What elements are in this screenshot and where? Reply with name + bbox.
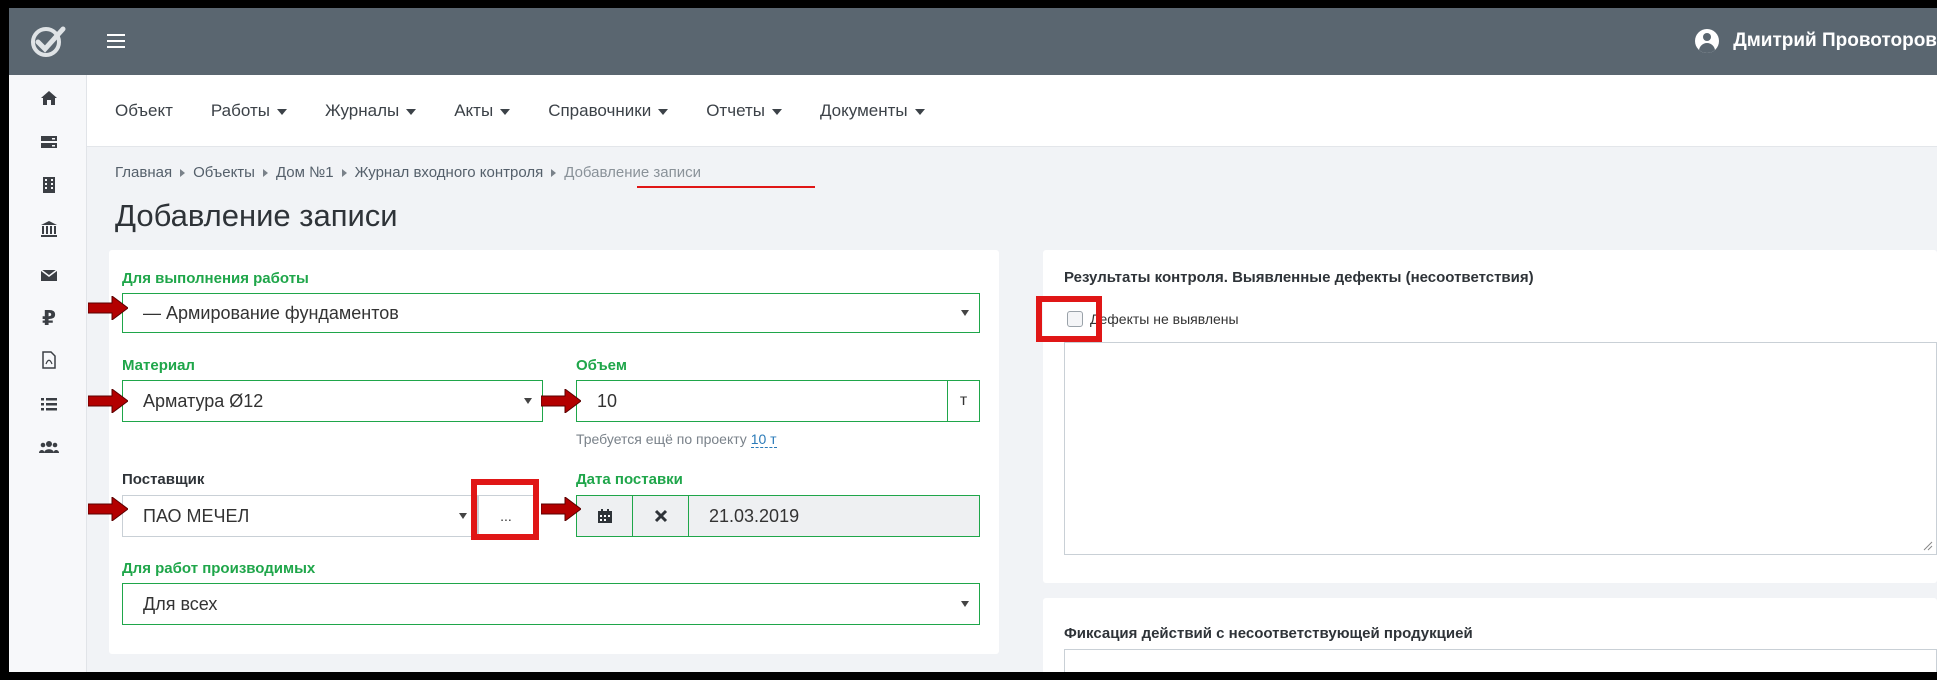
caret-down-icon xyxy=(771,108,782,115)
breadcrumb-current: Добавление записи xyxy=(564,164,702,181)
nav-menu: Объект Работы Журналы Акты Справочники Отчеты… xyxy=(115,101,963,121)
material-select[interactable]: Арматура Ø12 xyxy=(122,380,543,422)
menu-toggle-icon[interactable] xyxy=(107,34,125,48)
envelope-icon[interactable] xyxy=(39,265,59,285)
pdf-file-icon[interactable] xyxy=(39,350,59,370)
volume-input[interactable]: 10 xyxy=(576,380,948,422)
annotation-arrow-icon xyxy=(88,296,128,320)
for-works-select-value: Для всех xyxy=(143,593,218,614)
caret-down-icon xyxy=(658,108,669,115)
user-avatar-icon xyxy=(1695,29,1720,53)
caret-down-icon xyxy=(500,108,511,115)
work-select-value: — Армирование фундаментов xyxy=(143,302,399,323)
breadcrumb-separator-icon xyxy=(341,169,347,178)
chevron-down-icon xyxy=(961,601,969,607)
annotation-arrow-icon xyxy=(88,389,128,413)
work-select[interactable]: — Армирование фундаментов xyxy=(122,293,980,333)
breadcrumb-separator-icon xyxy=(180,169,186,178)
actions-textarea[interactable] xyxy=(1064,649,1937,672)
home-icon[interactable] xyxy=(39,88,59,108)
list-icon[interactable] xyxy=(39,394,59,414)
supplier-label: Поставщик xyxy=(122,471,205,488)
material-select-value: Арматура Ø12 xyxy=(143,390,264,411)
clear-date-button[interactable] xyxy=(632,495,689,537)
calendar-button[interactable] xyxy=(576,495,633,537)
volume-hint: Требуется ещё по проекту 10 т xyxy=(576,431,777,448)
building-icon[interactable] xyxy=(39,175,59,195)
calendar-icon xyxy=(597,509,612,523)
user-menu[interactable]: Дмитрий Провоторов xyxy=(1695,28,1937,54)
annotation-arrow-icon xyxy=(88,497,128,521)
page-title: Добавление записи xyxy=(115,198,398,233)
nav-item-0[interactable]: Объект xyxy=(115,101,173,121)
highlight-box-checkbox xyxy=(1036,296,1102,342)
app-frame: Дмитрий Провоторов ₽ Объект Работы Журна… xyxy=(9,8,1937,672)
resize-handle-icon[interactable] xyxy=(1923,541,1933,551)
supplier-select-value: ПАО МЕЧЕЛ xyxy=(143,505,250,526)
for-works-label: Для работ производимых xyxy=(122,560,316,577)
app-logo[interactable] xyxy=(9,8,87,75)
nav-item-label: Акты xyxy=(454,101,494,120)
breadcrumb: Главная Объекты Дом №1 Журнал входного конт… xyxy=(115,164,701,181)
caret-down-icon xyxy=(406,108,417,115)
volume-hint-text: Требуется ещё по проекту xyxy=(576,431,747,447)
volume-label: Объем xyxy=(576,357,627,374)
breadcrumb-separator-icon xyxy=(262,169,268,178)
annotation-arrow-icon xyxy=(541,497,581,521)
chevron-down-icon xyxy=(961,310,969,316)
nav-item-5[interactable]: Отчеты xyxy=(706,101,782,121)
material-label: Материал xyxy=(122,357,195,374)
nav-item-2[interactable]: Журналы xyxy=(324,101,417,121)
breadcrumb-separator-icon xyxy=(551,169,557,178)
actions-title: Фиксация действий с несоответствующей пр… xyxy=(1064,625,1473,642)
caret-down-icon xyxy=(914,108,925,115)
nav-item-label: Документы xyxy=(819,101,908,120)
bank-icon[interactable] xyxy=(39,219,59,239)
delivery-date-input[interactable]: 21.03.2019 xyxy=(688,495,980,537)
results-title: Результаты контроля. Выявленные дефекты … xyxy=(1064,269,1534,286)
close-icon xyxy=(654,509,667,523)
nav-item-1[interactable]: Работы xyxy=(211,101,287,121)
users-icon[interactable] xyxy=(39,437,59,457)
nav-item-label: Объект xyxy=(115,101,173,120)
main-nav: Объект Работы Журналы Акты Справочники Отчеты… xyxy=(87,75,1937,147)
chevron-down-icon xyxy=(524,398,532,404)
supplier-select[interactable]: ПАО МЕЧЕЛ xyxy=(122,495,478,537)
for-works-select[interactable]: Для всех xyxy=(122,583,980,625)
server-icon[interactable] xyxy=(39,132,59,152)
ruble-icon[interactable]: ₽ xyxy=(39,308,59,330)
nav-item-3[interactable]: Акты xyxy=(454,101,511,121)
nav-item-label: Журналы xyxy=(324,101,400,120)
left-sidebar: ₽ xyxy=(9,75,87,672)
nav-item-label: Справочники xyxy=(548,101,652,120)
volume-input-value: 10 xyxy=(597,390,618,411)
no-defects-label: Дефекты не выявлены xyxy=(1090,311,1239,327)
nav-item-4[interactable]: Справочники xyxy=(548,101,669,121)
breadcrumb-highlight-underline xyxy=(637,186,815,188)
nav-item-label: Работы xyxy=(210,101,270,120)
volume-hint-link[interactable]: 10 т xyxy=(750,431,777,448)
breadcrumb-journal[interactable]: Журнал входного контроля xyxy=(355,164,544,181)
volume-unit-addon: т xyxy=(947,380,980,422)
breadcrumb-objects[interactable]: Объекты xyxy=(193,164,255,181)
defects-textarea[interactable] xyxy=(1064,342,1937,555)
delivery-date-value: 21.03.2019 xyxy=(709,505,800,526)
nav-item-label: Отчеты xyxy=(706,101,765,120)
logo-check-icon xyxy=(31,26,66,57)
breadcrumb-home[interactable]: Главная xyxy=(115,164,172,181)
top-bar: Дмитрий Провоторов xyxy=(9,8,1937,75)
annotation-arrow-icon xyxy=(541,389,581,413)
work-label: Для выполнения работы xyxy=(122,270,309,287)
chevron-down-icon xyxy=(459,513,467,519)
nav-item-6[interactable]: Документы xyxy=(820,101,925,121)
delivery-date-label: Дата поставки xyxy=(576,471,683,488)
highlight-box-more-button xyxy=(471,479,539,540)
breadcrumb-house[interactable]: Дом №1 xyxy=(276,164,334,181)
caret-down-icon xyxy=(276,108,287,115)
user-name: Дмитрий Провоторов xyxy=(1733,30,1937,51)
